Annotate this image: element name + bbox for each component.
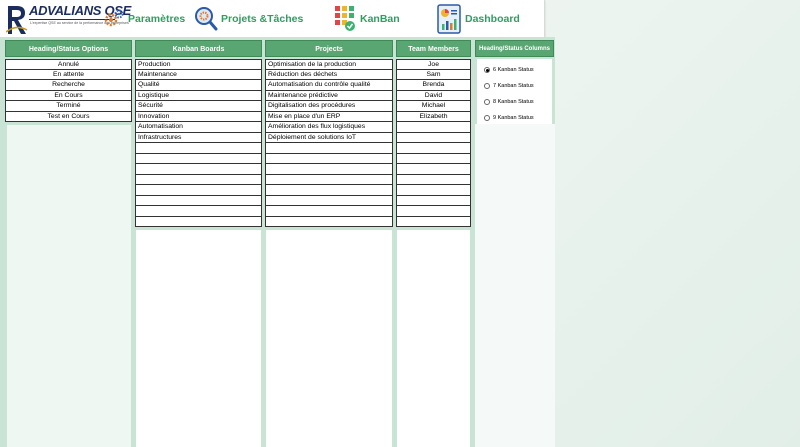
- list-item[interactable]: [135, 185, 262, 196]
- list-item[interactable]: [135, 153, 262, 164]
- list-item[interactable]: Production: [135, 59, 262, 70]
- list-item[interactable]: [396, 185, 471, 196]
- list-item[interactable]: [396, 132, 471, 143]
- dashboard-icon: [437, 4, 461, 34]
- nav-parametres-label: Paramètres: [128, 13, 186, 25]
- radio-selected-icon: [484, 67, 490, 73]
- column-filler: [475, 124, 555, 447]
- kanban-boards-list: Production Maintenance Qualité Logistiqu…: [135, 59, 262, 227]
- list-item[interactable]: Qualité: [135, 80, 262, 91]
- list-item[interactable]: Sécurité: [135, 101, 262, 112]
- list-item[interactable]: [265, 143, 393, 154]
- radio-label: 8 Kanban Status: [493, 99, 534, 105]
- list-item[interactable]: Automatisation: [135, 122, 262, 133]
- projects-list: Optimisation de la production Réduction …: [265, 59, 393, 227]
- list-item[interactable]: [396, 164, 471, 175]
- list-item[interactable]: [135, 195, 262, 206]
- list-item[interactable]: Automatisation du contrôle qualité: [265, 80, 393, 91]
- list-item[interactable]: [265, 174, 393, 185]
- kanban-status-radio-group: 6 Kanban Status 7 Kanban Status 8 Kanban…: [477, 59, 552, 124]
- list-item[interactable]: [396, 153, 471, 164]
- list-item[interactable]: [135, 164, 262, 175]
- list-item[interactable]: [396, 174, 471, 185]
- radio-label: 6 Kanban Status: [493, 67, 534, 73]
- list-item[interactable]: [265, 195, 393, 206]
- nav-projets-taches-label: Projets &Tâches: [221, 13, 304, 25]
- logo-mark-icon: [6, 6, 28, 34]
- nav-projets-taches[interactable]: Projets &Tâches: [194, 4, 303, 34]
- nav-kanban[interactable]: KanBan: [333, 4, 400, 34]
- list-item[interactable]: [265, 153, 393, 164]
- list-item[interactable]: Annulé: [5, 59, 132, 70]
- top-toolbar: ADVALIANS QSE L'expertise QSE au service…: [0, 0, 545, 38]
- list-item[interactable]: Amélioration des flux logistiques: [265, 122, 393, 133]
- gears-icon: [104, 9, 124, 27]
- projects-header: Projects: [265, 40, 393, 57]
- radio-6-kanban-status[interactable]: 6 Kanban Status: [477, 62, 552, 78]
- nav-dashboard[interactable]: Dashboard: [436, 4, 520, 34]
- list-item[interactable]: [265, 164, 393, 175]
- list-item[interactable]: Brenda: [396, 80, 471, 91]
- list-item[interactable]: [135, 143, 262, 154]
- list-item[interactable]: [396, 122, 471, 133]
- list-item[interactable]: Michael: [396, 101, 471, 112]
- list-item[interactable]: David: [396, 90, 471, 101]
- heading-status-options-header: Heading/Status Options: [5, 40, 132, 57]
- heading-status-options-list: Annulé En attente Recherche En Cours Ter…: [5, 59, 132, 122]
- list-item[interactable]: Digitalisation des procédures: [265, 101, 393, 112]
- list-item[interactable]: En attente: [5, 69, 132, 80]
- list-item[interactable]: [265, 185, 393, 196]
- radio-8-kanban-status[interactable]: 8 Kanban Status: [477, 94, 552, 110]
- list-item[interactable]: [265, 206, 393, 217]
- radio-unselected-icon: [484, 99, 490, 105]
- list-item[interactable]: Maintenance prédictive: [265, 90, 393, 101]
- column-filler: [136, 230, 261, 447]
- column-filler: [397, 230, 470, 447]
- radio-label: 7 Kanban Status: [493, 83, 534, 89]
- list-item[interactable]: Maintenance: [135, 69, 262, 80]
- radio-label: 9 Kanban Status: [493, 115, 534, 121]
- list-item[interactable]: Terminé: [5, 101, 132, 112]
- nav-kanban-label: KanBan: [360, 13, 400, 25]
- list-item[interactable]: Innovation: [135, 111, 262, 122]
- list-item[interactable]: [135, 216, 262, 227]
- kanban-boards-header: Kanban Boards: [135, 40, 262, 57]
- radio-7-kanban-status[interactable]: 7 Kanban Status: [477, 78, 552, 94]
- list-item[interactable]: [396, 206, 471, 217]
- list-item[interactable]: Joe: [396, 59, 471, 70]
- list-item[interactable]: [396, 216, 471, 227]
- radio-unselected-icon: [484, 115, 490, 121]
- list-item[interactable]: [135, 174, 262, 185]
- list-item[interactable]: En Cours: [5, 90, 132, 101]
- list-item[interactable]: [396, 195, 471, 206]
- column-filler: [7, 125, 131, 447]
- list-item[interactable]: [265, 216, 393, 227]
- list-item[interactable]: Mise en place d'un ERP: [265, 111, 393, 122]
- list-item[interactable]: Réduction des déchets: [265, 69, 393, 80]
- list-item[interactable]: Déploiement de solutions IoT: [265, 132, 393, 143]
- heading-status-columns-header: Heading/Status Columns: [475, 40, 554, 57]
- nav-dashboard-label: Dashboard: [465, 13, 520, 25]
- list-item[interactable]: [396, 143, 471, 154]
- list-item[interactable]: Recherche: [5, 80, 132, 91]
- list-item[interactable]: Logistique: [135, 90, 262, 101]
- list-item[interactable]: Infrastructures: [135, 132, 262, 143]
- list-item[interactable]: Test en Cours: [5, 111, 132, 122]
- kanban-board-icon: [335, 6, 355, 31]
- list-item[interactable]: Sam: [396, 69, 471, 80]
- radio-9-kanban-status[interactable]: 9 Kanban Status: [477, 110, 552, 126]
- column-filler: [266, 230, 392, 447]
- magnifier-gear-icon: [195, 7, 218, 31]
- list-item[interactable]: Elizabeth: [396, 111, 471, 122]
- company-logo: ADVALIANS QSE L'expertise QSE au service…: [6, 2, 131, 36]
- list-item[interactable]: [135, 206, 262, 217]
- list-item[interactable]: Optimisation de la production: [265, 59, 393, 70]
- team-members-header: Team Members: [396, 40, 471, 57]
- nav-parametres[interactable]: Paramètres: [103, 4, 185, 34]
- team-members-list: Joe Sam Brenda David Michael Elizabeth: [396, 59, 471, 227]
- radio-unselected-icon: [484, 83, 490, 89]
